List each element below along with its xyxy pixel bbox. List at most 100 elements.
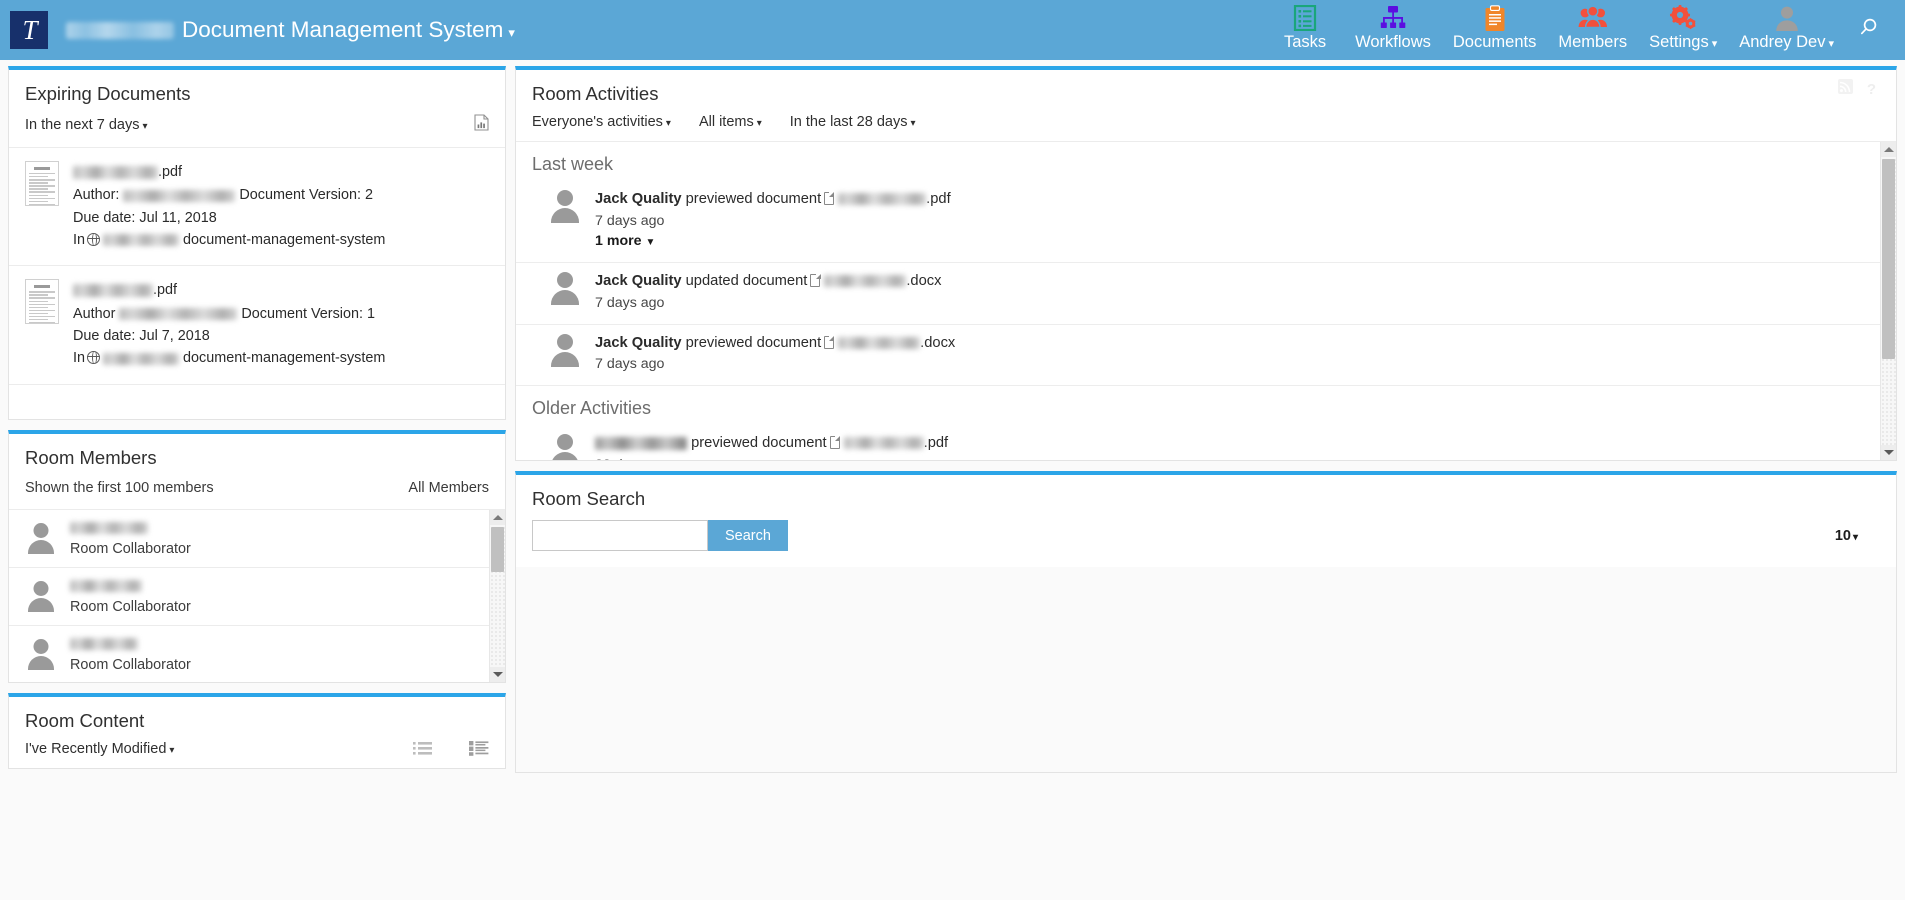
- left-column: Expiring Documents In the next 7 days▾: [8, 66, 506, 779]
- avatar: [25, 638, 57, 670]
- panel-room-content: Room Content I've Recently Modified▾: [8, 693, 506, 769]
- activities-period-dropdown[interactable]: In the last 28 days▾: [790, 114, 916, 130]
- activity-file-redacted: [844, 437, 924, 449]
- app-logo-icon[interactable]: T: [10, 11, 48, 49]
- chevron-down-icon: ▾: [508, 25, 515, 40]
- chevron-down-icon: ▾: [666, 118, 671, 129]
- members-scrollbar[interactable]: [489, 510, 505, 682]
- expiring-document-row[interactable]: .pdf Author Document Version: 1 Due date…: [9, 266, 505, 384]
- scroll-down-arrow[interactable]: [1881, 445, 1896, 460]
- help-icon[interactable]: ?: [1867, 81, 1876, 98]
- room-activities-toolbar: Everyone's activities▾ All items▾ In the…: [516, 105, 1896, 142]
- nav-item-user-menu[interactable]: Andrey Dev▾: [1728, 0, 1845, 52]
- activity-actor[interactable]: Jack Quality: [595, 273, 682, 289]
- search-input[interactable]: [532, 520, 708, 551]
- activity-time: 23 days ago: [595, 455, 948, 460]
- member-row[interactable]: Room Collaborator: [9, 568, 505, 626]
- activity-row[interactable]: Jack Quality previewed document.pdf 7 da…: [516, 181, 1896, 263]
- search-button[interactable]: Search: [708, 520, 788, 551]
- document-name-line[interactable]: .pdf: [73, 279, 385, 301]
- results-per-page-dropdown[interactable]: 10▾: [1835, 528, 1880, 544]
- file-icon: [824, 336, 834, 349]
- nav-item-settings[interactable]: Settings▾: [1638, 0, 1728, 52]
- rss-feed-icon[interactable]: [1838, 79, 1853, 99]
- version-value: 2: [365, 187, 373, 203]
- expiring-document-row[interactable]: .pdf Author: Document Version: 2 Due dat…: [9, 148, 505, 266]
- scroll-up-arrow[interactable]: [490, 510, 505, 525]
- document-site-line: In document-management-system: [73, 347, 385, 369]
- activity-row[interactable]: Jack Quality previewed document.docx 7 d…: [516, 325, 1896, 386]
- report-chart-icon[interactable]: [474, 114, 489, 136]
- activity-time: 7 days ago: [595, 211, 951, 232]
- in-label: In: [73, 232, 85, 248]
- site-owner-redacted: [103, 353, 179, 365]
- room-activities-title: Room Activities: [516, 70, 1896, 105]
- activity-row[interactable]: Jack Quality updated document.docx 7 day…: [516, 263, 1896, 324]
- activities-scope-dropdown[interactable]: Everyone's activities▾: [532, 114, 671, 130]
- activity-actor[interactable]: Jack Quality: [595, 335, 682, 351]
- panel-room-activities: Room Activities ? Everyone's activities▾: [515, 66, 1897, 461]
- simple-list-view-icon[interactable]: [413, 741, 433, 756]
- activity-action: updated document: [686, 273, 808, 289]
- scrollbar-thumb[interactable]: [1882, 159, 1895, 359]
- in-label: In: [73, 350, 85, 366]
- user-avatar-icon: [1774, 4, 1800, 32]
- activity-row[interactable]: previewed document.pdf 23 days ago 1 mor…: [516, 425, 1896, 460]
- site-name[interactable]: document-management-system: [183, 350, 385, 366]
- document-author-line: Author: Document Version: 2: [73, 184, 385, 206]
- room-search-toolbar: Search 10▾: [516, 510, 1896, 567]
- document-due-line: Due date: Jul 7, 2018: [73, 325, 385, 347]
- search-results-area: [516, 567, 1896, 772]
- activity-file-extension: .pdf: [924, 435, 949, 451]
- activities-items-dropdown[interactable]: All items▾: [699, 114, 762, 130]
- chevron-down-icon: ▾: [1853, 532, 1858, 543]
- brand-block[interactable]: T Document Management System▾: [0, 11, 515, 49]
- nav-label-user: Andrey Dev▾: [1739, 33, 1834, 52]
- nav-item-tasks[interactable]: Tasks: [1266, 0, 1344, 52]
- site-owner-redacted: [103, 234, 179, 246]
- activity-file-redacted: [838, 193, 926, 205]
- activity-file-extension: .docx: [906, 273, 941, 289]
- document-name-line[interactable]: .pdf: [73, 161, 385, 183]
- activity-action: previewed document: [686, 335, 822, 351]
- activity-detail: previewed document.pdf 23 days ago 1 mor…: [595, 431, 948, 460]
- panel-expiring-documents: Expiring Documents In the next 7 days▾: [8, 66, 506, 420]
- page-title[interactable]: Document Management System▾: [182, 17, 515, 43]
- panel-room-members: Room Members Shown the first 100 members…: [8, 430, 506, 683]
- globe-icon: [87, 233, 100, 246]
- scrollbar-thumb[interactable]: [491, 527, 504, 572]
- activity-show-more[interactable]: 1 more ▼: [595, 231, 951, 252]
- scroll-down-arrow[interactable]: [490, 667, 505, 682]
- activity-file-redacted: [838, 337, 920, 349]
- site-name[interactable]: document-management-system: [183, 232, 385, 248]
- chevron-down-icon: ▾: [910, 118, 915, 129]
- settings-icon: [1669, 4, 1697, 32]
- member-name-redacted: [70, 580, 142, 592]
- room-content-filter-dropdown[interactable]: I've Recently Modified▾: [25, 741, 174, 757]
- scroll-up-arrow[interactable]: [1881, 142, 1896, 157]
- nav-item-documents[interactable]: Documents: [1442, 0, 1547, 52]
- avatar: [548, 433, 582, 460]
- nav-item-workflows[interactable]: Workflows: [1344, 0, 1442, 52]
- activities-scrollbar[interactable]: [1880, 142, 1896, 460]
- activity-actor[interactable]: Jack Quality: [595, 191, 682, 207]
- author-label: Author:: [73, 187, 119, 203]
- expiring-period-dropdown[interactable]: In the next 7 days▾: [25, 117, 148, 133]
- member-role: Room Collaborator: [70, 597, 191, 618]
- activity-action: previewed document: [686, 191, 822, 207]
- brand-name-redacted: [66, 22, 174, 39]
- detailed-list-view-icon[interactable]: [469, 741, 489, 756]
- document-site-line: In document-management-system: [73, 229, 385, 251]
- nav-item-members[interactable]: Members: [1547, 0, 1638, 52]
- document-author-line: Author Document Version: 1: [73, 303, 385, 325]
- member-row[interactable]: Room Collaborator: [9, 510, 505, 568]
- avatar: [25, 580, 57, 612]
- all-members-link[interactable]: All Members: [408, 480, 489, 496]
- header-search-button[interactable]: [1845, 0, 1891, 60]
- member-info: Room Collaborator: [70, 632, 191, 676]
- activity-action: previewed document: [691, 435, 827, 451]
- expiring-documents-footer: [9, 385, 505, 419]
- member-info: Room Collaborator: [70, 516, 191, 560]
- member-row[interactable]: Room Collaborator: [9, 626, 505, 682]
- member-name-redacted: [70, 522, 148, 534]
